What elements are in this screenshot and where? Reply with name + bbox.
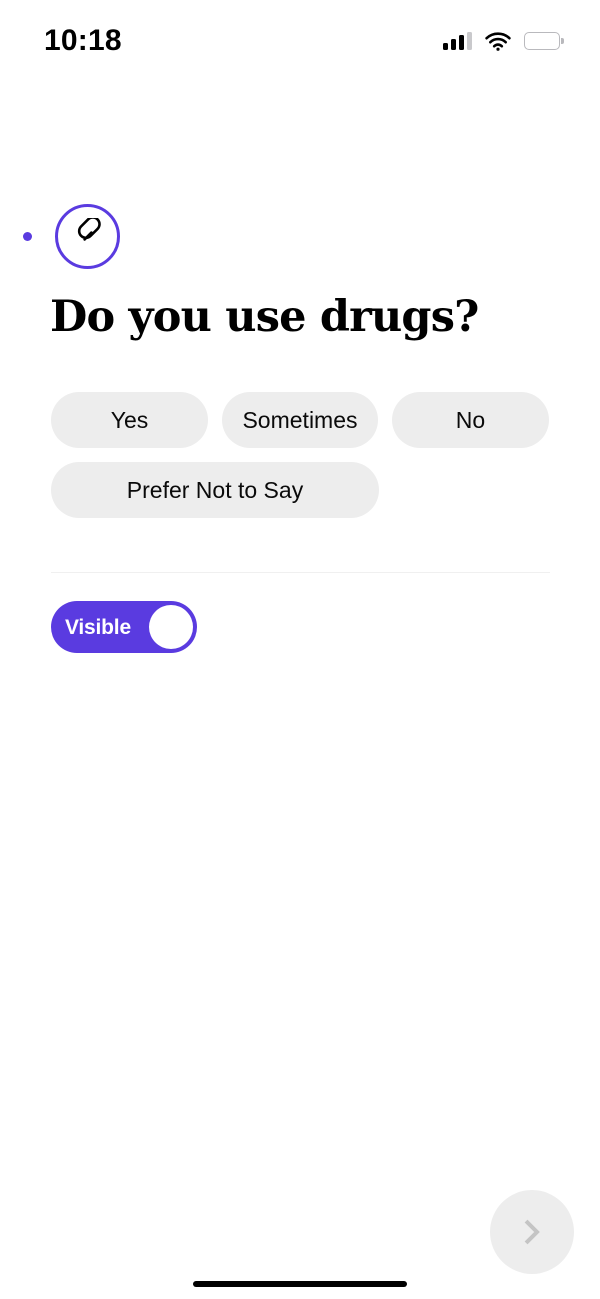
option-chip-prefer-not-to-say[interactable]: Prefer Not to Say <box>51 462 379 518</box>
option-chip-label: Prefer Not to Say <box>126 476 304 503</box>
chevron-right-icon <box>517 1217 547 1247</box>
option-chip-label: Yes <box>110 406 149 433</box>
status-bar-time: 10:18 <box>44 24 122 57</box>
battery-low-icon <box>524 32 560 50</box>
cellular-signal-icon <box>443 32 472 50</box>
next-button[interactable] <box>490 1190 574 1274</box>
status-bar: 10:18 <box>0 0 600 76</box>
pill-capsule-icon <box>55 203 120 269</box>
toggle-knob <box>149 605 193 649</box>
answer-options: Yes Sometimes No Prefer Not to Say <box>51 392 551 518</box>
home-indicator-bar[interactable] <box>193 1281 407 1287</box>
option-chip-label: No <box>455 406 486 433</box>
option-chip-no[interactable]: No <box>392 392 549 448</box>
visibility-toggle-label: Visible <box>65 615 131 639</box>
option-chip-yes[interactable]: Yes <box>51 392 208 448</box>
carousel-dot[interactable] <box>23 231 32 241</box>
status-bar-indicators <box>443 26 560 51</box>
option-chip-label: Sometimes <box>242 406 358 433</box>
prompt-header <box>0 203 600 269</box>
page-title: Do you use drugs? <box>50 292 479 342</box>
option-chip-sometimes[interactable]: Sometimes <box>222 392 378 448</box>
section-divider <box>51 572 550 573</box>
visibility-toggle[interactable]: Visible <box>51 601 197 653</box>
wifi-icon <box>485 31 511 51</box>
